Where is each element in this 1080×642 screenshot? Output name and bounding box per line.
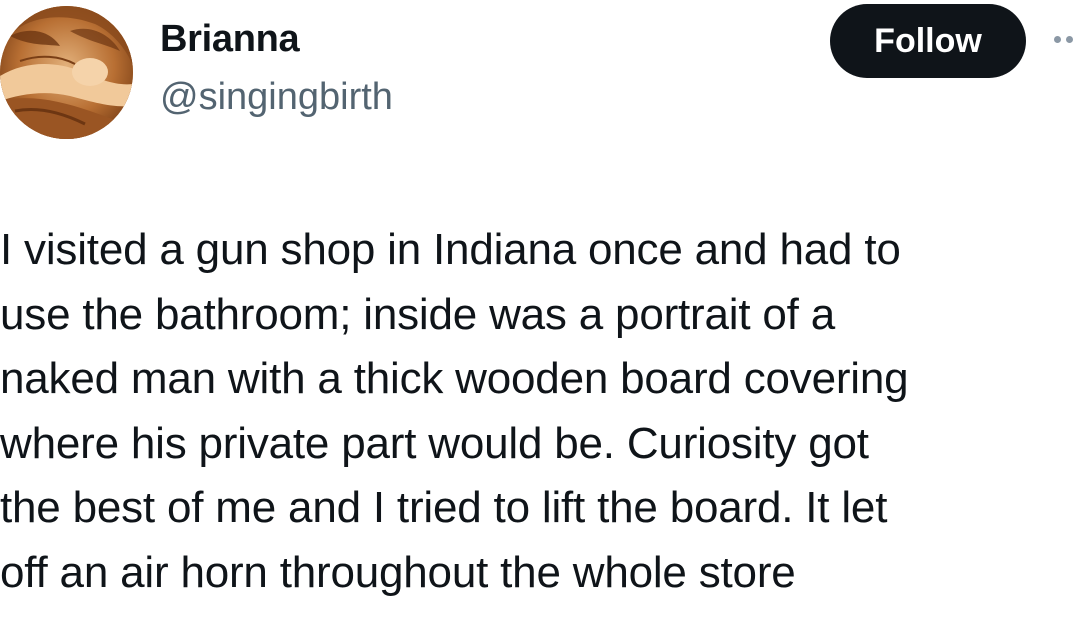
tweet-text: I visited a gun shop in Indiana once and…	[0, 218, 1080, 605]
author-handle[interactable]: @singingbirth	[160, 76, 393, 119]
tweet-text-line: the best of me and I tried to lift the b…	[0, 483, 888, 532]
more-dot	[1066, 36, 1073, 43]
tweet-header: Brianna @singingbirth Follow	[0, 0, 1080, 150]
tweet-text-line: off an air horn throughout the whole sto…	[0, 547, 796, 597]
tweet-text-line: use the bathroom; inside was a portrait …	[0, 289, 835, 339]
tweet-text-line: naked man with a thick wooden board cove…	[0, 354, 909, 403]
follow-button[interactable]: Follow	[830, 4, 1026, 78]
avatar-illustration-icon	[0, 6, 133, 139]
more-dot	[1054, 36, 1061, 43]
more-options-icon[interactable]	[1052, 34, 1080, 46]
avatar[interactable]	[0, 6, 133, 139]
tweet-text-line: where his private part would be. Curiosi…	[0, 418, 869, 468]
author-display-name[interactable]: Brianna	[160, 18, 300, 61]
tweet-text-line: I visited a gun shop in Indiana once and…	[0, 225, 901, 274]
